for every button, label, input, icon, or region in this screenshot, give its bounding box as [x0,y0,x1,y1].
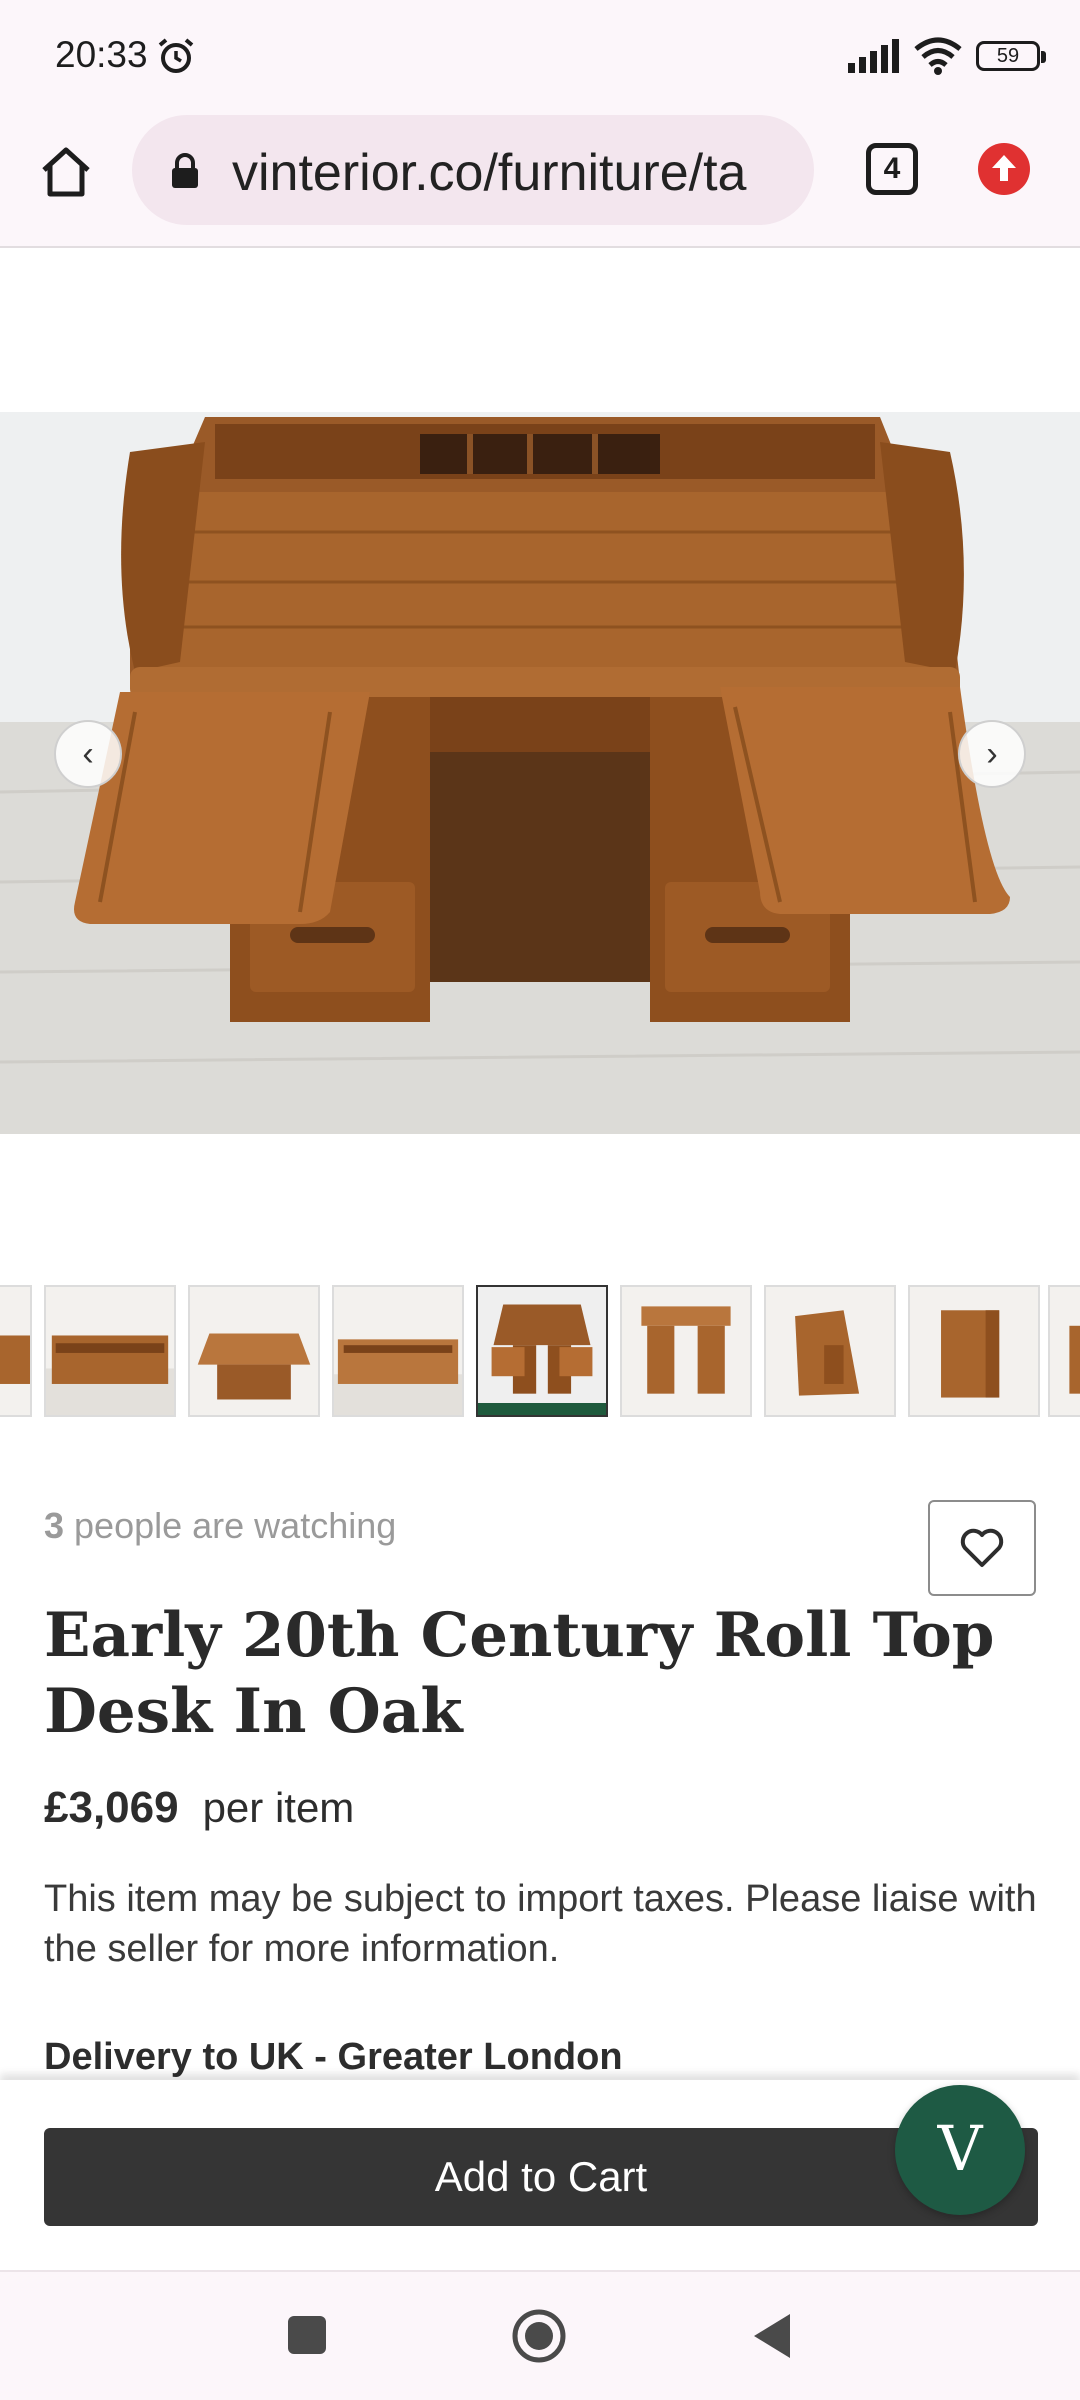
battery-icon: 59 [976,41,1046,71]
home-icon[interactable] [36,142,96,202]
status-time: 20:33 [55,34,148,75]
thumbnail[interactable] [44,1285,176,1417]
back-icon[interactable] [752,2312,792,2360]
thumbnail[interactable] [1048,1285,1080,1417]
update-arrow-icon[interactable] [978,143,1030,195]
lock-icon [172,153,198,188]
thumbnail[interactable] [764,1285,896,1417]
heart-icon [960,1528,1004,1567]
delivery-label[interactable]: Delivery to UK - Greater London [44,2036,623,2079]
thumbnail[interactable] [0,1285,32,1417]
system-nav-bar [0,2270,1080,2400]
product-title: Early 20th Century Roll Top Desk In Oak [44,1600,995,1747]
recents-icon[interactable] [288,2316,326,2354]
watching-text: people are watching [64,1505,397,1546]
chat-button[interactable]: V [895,2085,1025,2215]
thumbnail[interactable] [188,1285,320,1417]
import-tax-note: This item may be subject to import taxes… [44,1878,1037,1970]
price-unit: per item [202,1784,355,1831]
browser-toolbar: vinterior.co/furniture/ta 4 [0,110,1080,248]
alarm-icon [158,38,194,73]
product-image-gallery[interactable]: ‹ › [0,250,1080,1270]
status-icons: 59 [848,36,1046,76]
status-bar: 20:33 59 [0,0,1080,110]
price-row: £3,069 per item [44,1783,354,1833]
url-text: vinterior.co/furniture/ta [232,144,747,202]
wifi-icon [914,37,962,75]
thumbnail[interactable] [620,1285,752,1417]
thumbnail-active[interactable] [476,1285,608,1417]
nav-home-icon[interactable] [511,2308,567,2364]
add-to-cart-button[interactable]: Add to Cart [44,2128,1038,2226]
chevron-left-icon[interactable]: ‹ [54,720,122,788]
wishlist-button[interactable] [928,1500,1036,1596]
watching-count: 3 people are watching [44,1505,396,1547]
chevron-right-icon[interactable]: › [958,720,1026,788]
product-photo [0,412,1080,1134]
thumbnail[interactable] [908,1285,1040,1417]
watching-number: 3 [44,1505,65,1546]
price: £3,069 [44,1783,179,1832]
address-bar[interactable]: vinterior.co/furniture/ta [132,115,814,225]
thumbnail-strip[interactable] [0,1285,1080,1417]
signal-icon [848,39,899,73]
tabs-icon[interactable]: 4 [866,143,918,195]
thumbnail[interactable] [332,1285,464,1417]
